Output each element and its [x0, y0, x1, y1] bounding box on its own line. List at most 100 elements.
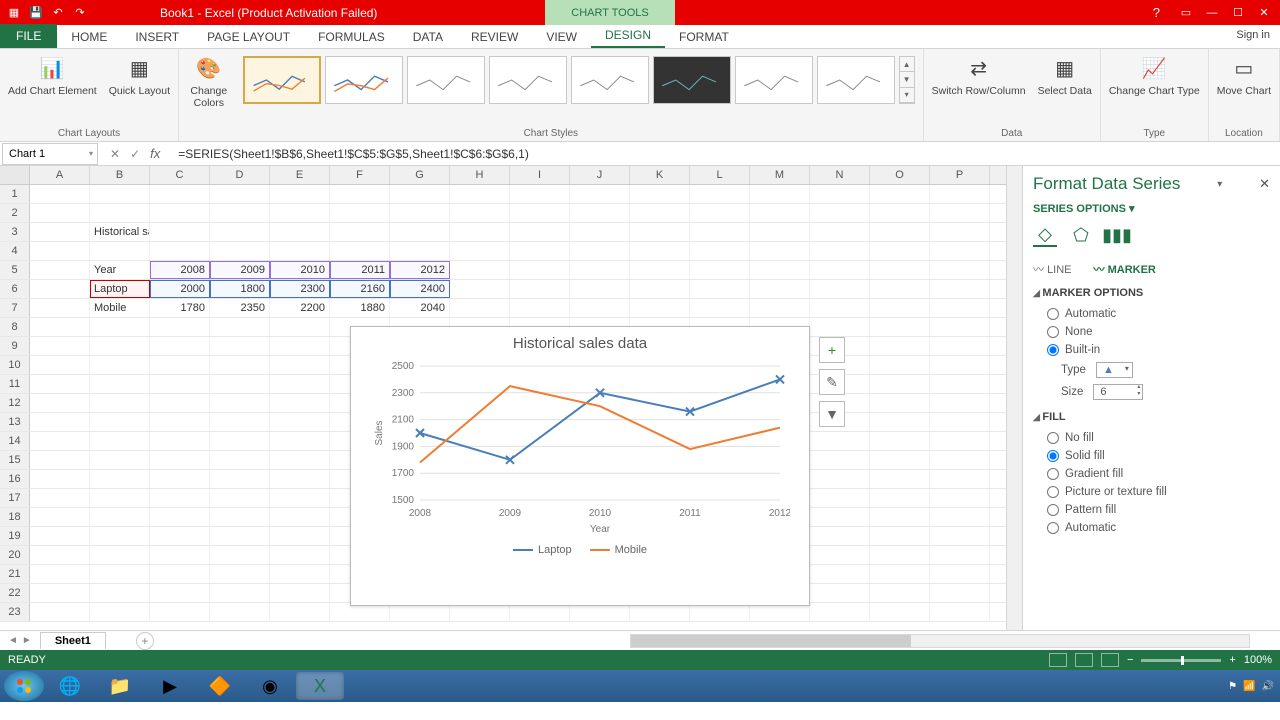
taskbar-media-icon[interactable]: ▶ — [146, 672, 194, 700]
fx-icon[interactable]: fx — [150, 146, 160, 161]
embedded-chart[interactable]: Historical sales data 150017001900210023… — [350, 326, 810, 606]
series-options-icon[interactable]: ▮▮▮ — [1105, 223, 1129, 247]
style-gallery-scroll[interactable]: ▲▼▾ — [899, 56, 915, 104]
col-header[interactable]: J — [570, 166, 630, 184]
chart-plot-area[interactable]: 1500170019002100230025002008200920102011… — [370, 356, 790, 536]
tab-view[interactable]: VIEW — [532, 26, 591, 48]
tab-format[interactable]: FORMAT — [665, 26, 743, 48]
chart-style-4[interactable] — [489, 56, 567, 104]
tab-formulas[interactable]: FORMULAS — [304, 26, 399, 48]
marker-automatic-radio[interactable]: Automatic — [1033, 305, 1270, 323]
zoom-slider[interactable] — [1141, 659, 1221, 662]
col-header[interactable]: G — [390, 166, 450, 184]
fill-gradient-radio[interactable]: Gradient fill — [1033, 465, 1270, 483]
vertical-scrollbar[interactable] — [1006, 166, 1022, 630]
pane-tab-marker[interactable]: 〰 MARKER — [1094, 261, 1156, 277]
ribbon-options-icon[interactable]: ▭ — [1174, 3, 1198, 23]
col-header[interactable]: E — [270, 166, 330, 184]
move-chart-button[interactable]: ▭Move Chart — [1213, 52, 1275, 100]
chart-style-2[interactable] — [325, 56, 403, 104]
pane-dropdown-icon[interactable]: ▾ — [1217, 179, 1222, 190]
tab-page-layout[interactable]: PAGE LAYOUT — [193, 26, 304, 48]
col-header[interactable]: N — [810, 166, 870, 184]
tray-network-icon[interactable]: 📶 — [1243, 681, 1255, 692]
fill-solid-radio[interactable]: Solid fill — [1033, 447, 1270, 465]
page-break-view-button[interactable] — [1101, 653, 1119, 667]
col-header[interactable]: A — [30, 166, 90, 184]
redo-icon[interactable]: ↷ — [72, 5, 88, 21]
chart-style-1[interactable] — [243, 56, 321, 104]
chart-filters-button[interactable]: ▼ — [819, 401, 845, 427]
pane-tab-line[interactable]: 〰 LINE — [1033, 261, 1072, 277]
tray-volume-icon[interactable]: 🔊 — [1262, 681, 1274, 692]
start-button[interactable] — [4, 671, 44, 701]
col-header[interactable]: P — [930, 166, 990, 184]
chart-title[interactable]: Historical sales data — [351, 327, 809, 356]
fill-header[interactable]: FILL — [1033, 411, 1270, 423]
fill-automatic-radio[interactable]: Automatic — [1033, 519, 1270, 537]
marker-none-radio[interactable]: None — [1033, 323, 1270, 341]
chart-style-5[interactable] — [571, 56, 649, 104]
accept-formula-icon[interactable]: ✓ — [130, 147, 140, 161]
chart-styles-button[interactable]: ✎ — [819, 369, 845, 395]
col-header[interactable]: F — [330, 166, 390, 184]
normal-view-button[interactable] — [1049, 653, 1067, 667]
sign-in-link[interactable]: Sign in — [1236, 29, 1270, 41]
taskbar-explorer-icon[interactable]: 📁 — [96, 672, 144, 700]
sheet-tab-sheet1[interactable]: Sheet1 — [40, 632, 106, 649]
tab-data[interactable]: DATA — [399, 26, 457, 48]
formula-input[interactable]: =SERIES(Sheet1!$B$6,Sheet1!$C$5:$G$5,She… — [172, 147, 1280, 161]
tab-design[interactable]: DESIGN — [591, 24, 665, 48]
col-header[interactable]: D — [210, 166, 270, 184]
chart-elements-button[interactable]: + — [819, 337, 845, 363]
close-icon[interactable]: ✕ — [1252, 3, 1276, 23]
taskbar-vlc-icon[interactable]: 🔶 — [196, 672, 244, 700]
switch-row-column-button[interactable]: ⇄Switch Row/Column — [928, 52, 1030, 100]
tab-file[interactable]: FILE — [0, 24, 57, 48]
effects-icon[interactable]: ⬠ — [1069, 223, 1093, 247]
add-sheet-button[interactable]: + — [136, 632, 154, 650]
chart-style-3[interactable] — [407, 56, 485, 104]
col-header[interactable]: K — [630, 166, 690, 184]
change-colors-button[interactable]: 🎨Change Colors — [183, 52, 235, 111]
marker-type-combo[interactable]: ▲ — [1096, 362, 1133, 378]
cancel-formula-icon[interactable]: ✕ — [110, 147, 120, 161]
col-header[interactable]: M — [750, 166, 810, 184]
col-header[interactable]: H — [450, 166, 510, 184]
chart-style-8[interactable] — [817, 56, 895, 104]
page-layout-view-button[interactable] — [1075, 653, 1093, 667]
pane-series-options[interactable]: SERIES OPTIONS ▾ — [1033, 202, 1270, 215]
col-header[interactable]: O — [870, 166, 930, 184]
undo-icon[interactable]: ↶ — [50, 5, 66, 21]
maximize-icon[interactable]: ☐ — [1226, 3, 1250, 23]
system-tray[interactable]: ⚑ 📶 🔊 — [1228, 681, 1274, 692]
select-all-corner[interactable] — [0, 166, 30, 184]
col-header[interactable]: I — [510, 166, 570, 184]
name-box[interactable]: Chart 1 — [2, 143, 98, 165]
fill-picture-radio[interactable]: Picture or texture fill — [1033, 483, 1270, 501]
zoom-out-button[interactable]: − — [1127, 654, 1133, 666]
zoom-in-button[interactable]: + — [1229, 654, 1235, 666]
horizontal-scrollbar[interactable] — [630, 634, 1250, 648]
pane-close-icon[interactable]: ✕ — [1259, 176, 1270, 192]
taskbar-ie-icon[interactable]: 🌐 — [46, 672, 94, 700]
taskbar-excel-icon[interactable]: X — [296, 672, 344, 700]
legend-item-laptop[interactable]: Laptop — [513, 544, 572, 556]
marker-options-header[interactable]: MARKER OPTIONS — [1033, 287, 1270, 299]
fill-pattern-radio[interactable]: Pattern fill — [1033, 501, 1270, 519]
col-header[interactable]: C — [150, 166, 210, 184]
chart-style-7[interactable] — [735, 56, 813, 104]
minimize-icon[interactable]: — — [1200, 3, 1224, 23]
help-icon[interactable]: ? — [1153, 5, 1160, 20]
col-header[interactable]: B — [90, 166, 150, 184]
select-data-button[interactable]: ▦Select Data — [1034, 52, 1096, 100]
chart-style-6[interactable] — [653, 56, 731, 104]
chart-legend[interactable]: Laptop Mobile — [351, 536, 809, 564]
save-icon[interactable]: 💾 — [28, 5, 44, 21]
fill-none-radio[interactable]: No fill — [1033, 429, 1270, 447]
tray-flag-icon[interactable]: ⚑ — [1228, 681, 1237, 692]
quick-layout-button[interactable]: ▦Quick Layout — [105, 52, 174, 100]
marker-builtin-radio[interactable]: Built-in — [1033, 341, 1270, 359]
col-header[interactable]: L — [690, 166, 750, 184]
taskbar-chrome-icon[interactable]: ◉ — [246, 672, 294, 700]
